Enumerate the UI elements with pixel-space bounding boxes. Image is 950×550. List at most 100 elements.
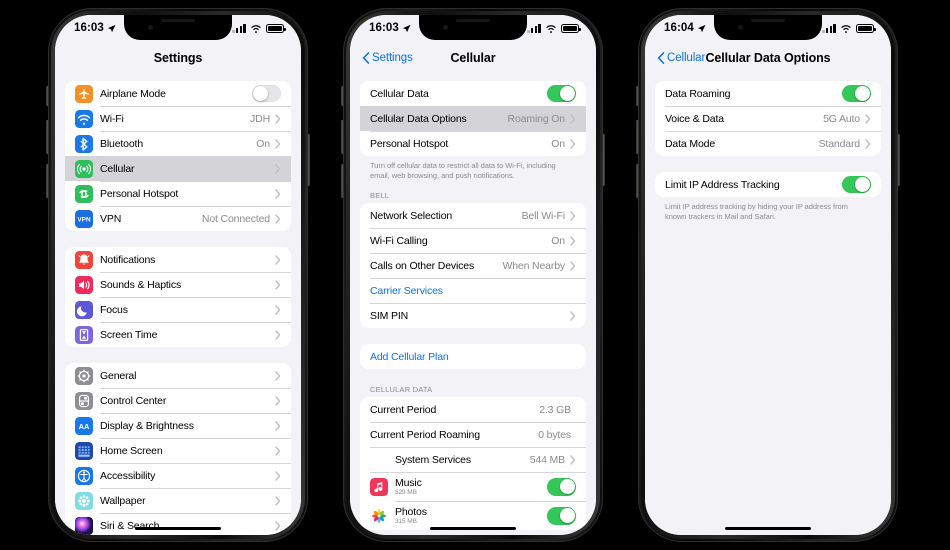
volume-up-button[interactable] bbox=[46, 120, 49, 154]
status-indicators bbox=[232, 24, 286, 33]
toggle-knob bbox=[559, 479, 575, 495]
chevron-right-icon bbox=[570, 236, 576, 246]
volume-down-button[interactable] bbox=[341, 164, 344, 198]
list-item[interactable]: Cellular bbox=[65, 156, 291, 181]
mute-switch[interactable] bbox=[341, 86, 344, 106]
list-item[interactable]: Cellular Data Options Roaming On bbox=[360, 106, 586, 131]
list-item-label: Cellular Data Options bbox=[370, 112, 467, 125]
list-item[interactable]: Calls on Other Devices When Nearby bbox=[360, 253, 586, 279]
list-item[interactable]: AA Display & Brightness bbox=[65, 413, 291, 438]
cellular-bars-icon bbox=[822, 24, 836, 33]
vpn-icon: VPN bbox=[75, 209, 93, 228]
settings-group: Network Selection Bell Wi-Fi Wi-Fi Calling… bbox=[360, 203, 586, 329]
list-item[interactable]: Home Screen bbox=[65, 438, 291, 463]
volume-down-button[interactable] bbox=[636, 164, 639, 198]
list-item-label: Accessibility bbox=[100, 469, 156, 482]
list-item[interactable]: General bbox=[65, 363, 291, 388]
mute-switch[interactable] bbox=[636, 86, 639, 106]
section-header: BELL bbox=[370, 191, 390, 201]
list-item-label: Airplane Mode bbox=[100, 87, 166, 100]
status-indicators bbox=[822, 24, 876, 33]
toggle-switch[interactable] bbox=[547, 84, 576, 103]
list-item[interactable]: Bluetooth On bbox=[65, 131, 291, 156]
battery-icon bbox=[856, 24, 876, 33]
phone-cellular-data-options: 16:04 Cellular Cellular Data Options Data R… bbox=[636, 8, 900, 542]
list-item[interactable]: Wi-Fi Calling On bbox=[360, 228, 586, 254]
phone-screen: 16:03 Settings Cellular Cellular Data Cellul… bbox=[350, 15, 596, 535]
list-item[interactable]: Carrier Services bbox=[360, 278, 586, 304]
list-item[interactable]: Music 529 MB bbox=[360, 472, 586, 502]
volume-down-button[interactable] bbox=[46, 164, 49, 198]
toggle-switch[interactable] bbox=[547, 507, 576, 525]
section-header: CELLULAR DATA bbox=[370, 385, 433, 395]
scroll-content[interactable]: Airplane Mode Wi-Fi JDH Bluetooth On Cellular… bbox=[55, 71, 301, 535]
list-item[interactable]: Sounds & Haptics bbox=[65, 272, 291, 297]
mute-switch[interactable] bbox=[46, 86, 49, 106]
power-button[interactable] bbox=[307, 134, 310, 186]
navigation-bar: Settings bbox=[55, 45, 301, 71]
list-item-label: Sounds & Haptics bbox=[100, 278, 182, 291]
toggle-switch[interactable] bbox=[842, 175, 871, 194]
wifi-icon bbox=[841, 25, 851, 33]
chevron-right-icon bbox=[570, 113, 576, 124]
list-item[interactable]: Focus bbox=[65, 297, 291, 322]
list-item[interactable]: System Services 544 MB bbox=[360, 447, 586, 473]
phone-settings: 16:03 Settings Airplane Mode Wi-Fi JDH Blueto… bbox=[46, 8, 310, 542]
toggle-knob bbox=[559, 85, 575, 101]
list-item-label: Current Period Roaming bbox=[370, 428, 480, 441]
battery-icon bbox=[266, 24, 286, 33]
list-item[interactable]: Cellular Data bbox=[360, 81, 586, 106]
earpiece-speaker bbox=[161, 19, 195, 22]
toggle-switch[interactable] bbox=[547, 478, 576, 496]
chevron-right-icon bbox=[275, 420, 281, 431]
list-item[interactable]: Current Period 2.3 GB bbox=[360, 397, 586, 423]
front-camera bbox=[148, 25, 153, 30]
settings-group: Data Roaming Voice & Data 5G Auto Data Mode… bbox=[655, 81, 881, 156]
list-item[interactable]: Screen Time bbox=[65, 322, 291, 347]
bluetooth-icon bbox=[75, 134, 93, 153]
list-item[interactable]: Data Mode Standard bbox=[655, 131, 881, 156]
back-button[interactable]: Settings bbox=[362, 52, 413, 64]
chevron-right-icon bbox=[865, 113, 871, 124]
location-arrow-icon bbox=[697, 24, 706, 33]
list-item[interactable]: Current Period Roaming 0 bytes bbox=[360, 422, 586, 448]
list-item[interactable]: Wallpaper bbox=[65, 488, 291, 513]
list-item[interactable]: Control Center bbox=[65, 388, 291, 413]
list-item[interactable]: VPN VPN Not Connected bbox=[65, 206, 291, 231]
volume-up-button[interactable] bbox=[341, 120, 344, 154]
phone-screen: 16:04 Cellular Cellular Data Options Data R… bbox=[645, 15, 891, 535]
list-item[interactable]: Accessibility bbox=[65, 463, 291, 488]
list-item[interactable]: SIM PIN bbox=[360, 303, 586, 329]
list-item[interactable]: Personal Hotspot bbox=[65, 181, 291, 206]
list-item-label: Wi-Fi Calling bbox=[370, 234, 428, 247]
power-button[interactable] bbox=[602, 134, 605, 186]
back-button[interactable]: Cellular bbox=[657, 52, 705, 64]
power-button[interactable] bbox=[897, 134, 900, 186]
list-item[interactable]: Network Selection Bell Wi-Fi bbox=[360, 203, 586, 229]
list-item[interactable]: Airplane Mode bbox=[65, 81, 291, 106]
list-item-value: JDH bbox=[250, 112, 270, 125]
toggle-switch[interactable] bbox=[842, 84, 871, 103]
page-title: Cellular bbox=[450, 51, 496, 65]
chevron-right-icon bbox=[275, 304, 281, 315]
toggle-switch[interactable] bbox=[252, 84, 281, 103]
list-item[interactable]: Data Roaming bbox=[655, 81, 881, 106]
list-item[interactable]: Limit IP Address Tracking bbox=[655, 172, 881, 197]
settings-group: Notifications Sounds & Haptics Focus Screen… bbox=[65, 247, 291, 347]
notch bbox=[714, 15, 822, 40]
scroll-content[interactable]: Data Roaming Voice & Data 5G Auto Data Mode… bbox=[645, 71, 891, 535]
chevron-right-icon bbox=[275, 520, 281, 531]
list-item[interactable]: Voice & Data 5G Auto bbox=[655, 106, 881, 131]
list-item[interactable]: Add Cellular Plan bbox=[360, 344, 586, 370]
status-time-text: 16:03 bbox=[74, 22, 104, 34]
scroll-content[interactable]: Cellular Data Cellular Data Options Roamin… bbox=[350, 71, 596, 535]
list-item[interactable]: Siri & Search bbox=[65, 513, 291, 535]
volume-up-button[interactable] bbox=[636, 120, 639, 154]
toggle-knob bbox=[559, 508, 575, 524]
list-item-label: Notifications bbox=[100, 253, 156, 266]
list-item-label: Home Screen bbox=[100, 444, 163, 457]
list-item[interactable]: Personal Hotspot On bbox=[360, 131, 586, 156]
list-item[interactable]: Wi-Fi JDH bbox=[65, 106, 291, 131]
list-item[interactable]: Notifications bbox=[65, 247, 291, 272]
settings-group: Limit IP Address Tracking bbox=[655, 172, 881, 197]
